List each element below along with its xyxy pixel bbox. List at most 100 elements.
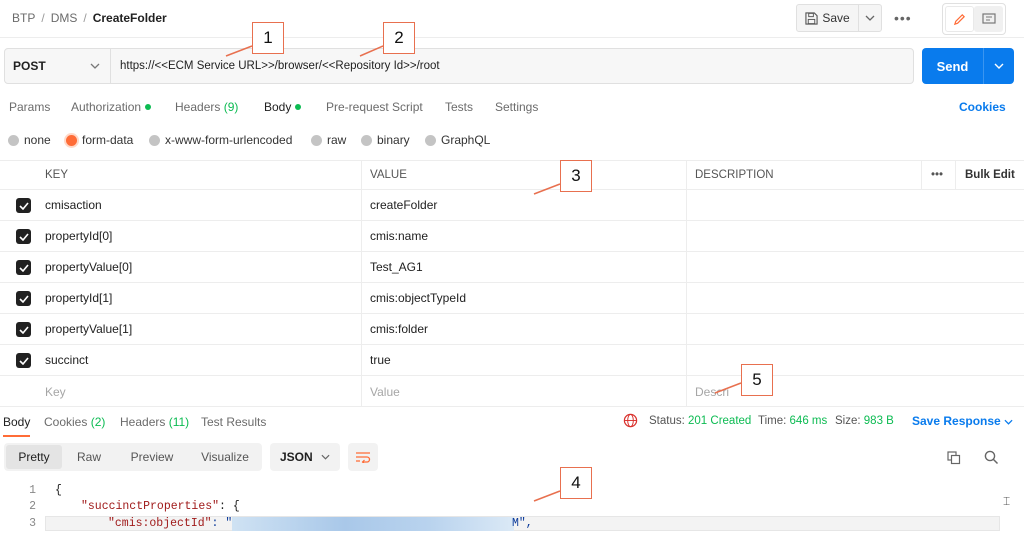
key-cell[interactable]: propertyValue[0]: [45, 252, 132, 282]
tab-headers[interactable]: Headers (9): [175, 100, 238, 114]
method-select[interactable]: POST: [5, 49, 111, 83]
save-button[interactable]: Save: [797, 5, 859, 31]
network-globe-icon[interactable]: [623, 413, 638, 431]
save-button-group: Save: [796, 4, 882, 32]
table-row: cmisaction createFolder: [0, 190, 1024, 221]
time-info[interactable]: Time: 646 ms: [758, 415, 827, 427]
request-name[interactable]: CreateFolder: [93, 11, 167, 25]
table-row: propertyValue[1] cmis:folder: [0, 314, 1024, 345]
chevron-down-icon: [994, 63, 1004, 69]
bulk-edit-button[interactable]: Bulk Edit: [965, 161, 1015, 189]
json-key: "succinctProperties": [81, 500, 220, 513]
row-enabled-checkbox[interactable]: [16, 229, 31, 244]
tab-body[interactable]: Body: [264, 100, 302, 114]
radio-selected-icon: [66, 134, 77, 146]
method-label: POST: [13, 59, 46, 73]
row-enabled-checkbox[interactable]: [16, 260, 31, 275]
description-cell[interactable]: [695, 221, 921, 251]
check-icon: [18, 201, 29, 210]
check-icon: [18, 232, 29, 241]
size-info[interactable]: Size: 983 B: [835, 415, 894, 427]
radio-icon: [361, 134, 372, 146]
column-header-value: VALUE: [370, 169, 407, 181]
cookies-link[interactable]: Cookies: [959, 100, 1006, 114]
tab-label: Headers: [175, 100, 221, 114]
new-key-input[interactable]: Key: [45, 376, 66, 407]
send-options-button[interactable]: [984, 48, 1014, 84]
tab-authorization[interactable]: Authorization: [71, 100, 152, 114]
check-icon: [18, 263, 29, 272]
pencil-icon: [953, 13, 965, 25]
body-type-binary[interactable]: binary: [361, 133, 410, 147]
description-cell[interactable]: [695, 252, 921, 282]
description-cell[interactable]: [695, 314, 921, 344]
key-cell[interactable]: succinct: [45, 345, 88, 375]
tab-pre-request-script[interactable]: Pre-request Script: [326, 100, 423, 114]
value-cell[interactable]: true: [370, 345, 391, 375]
check-icon: [18, 325, 29, 334]
key-cell[interactable]: propertyId[1]: [45, 283, 112, 313]
description-cell[interactable]: [695, 190, 921, 220]
body-type-raw[interactable]: raw: [311, 133, 346, 147]
value-cell[interactable]: cmis:folder: [370, 314, 428, 344]
value-cell[interactable]: cmis:objectTypeId: [370, 283, 466, 313]
row-enabled-checkbox[interactable]: [16, 291, 31, 306]
format-label: JSON: [280, 450, 313, 464]
value-cell[interactable]: createFolder: [370, 190, 437, 220]
wrap-lines-button[interactable]: [348, 443, 378, 471]
response-tab-cookies[interactable]: Cookies (2): [44, 415, 105, 429]
response-code-view[interactable]: 1 2 3 { "succinctProperties": { "cmis:ob…: [0, 480, 1024, 538]
status-info[interactable]: Status: 201 Created: [649, 415, 751, 427]
send-button[interactable]: Send: [922, 48, 984, 84]
key-cell[interactable]: propertyValue[1]: [45, 314, 132, 344]
callout-4: 4: [560, 467, 592, 499]
view-pretty-button[interactable]: Pretty: [6, 445, 62, 469]
table-row: propertyValue[0] Test_AG1: [0, 252, 1024, 283]
breadcrumb-separator: /: [41, 11, 45, 25]
description-cell[interactable]: [695, 283, 921, 313]
save-response-button[interactable]: Save Response: [912, 414, 1013, 428]
tab-label: Body: [264, 100, 292, 114]
row-enabled-checkbox[interactable]: [16, 353, 31, 368]
view-preview-button[interactable]: Preview: [120, 443, 184, 471]
save-options-button[interactable]: [859, 5, 881, 31]
format-select[interactable]: JSON: [270, 443, 340, 471]
key-cell[interactable]: propertyId[0]: [45, 221, 112, 251]
body-type-graphql[interactable]: GraphQL: [425, 133, 490, 147]
column-options-button[interactable]: •••: [931, 161, 943, 189]
table-row: propertyId[0] cmis:name: [0, 221, 1024, 252]
body-type-x-www-form-urlencoded[interactable]: x-www-form-urlencoded: [149, 133, 292, 147]
view-visualize-button[interactable]: Visualize: [194, 443, 256, 471]
response-tab-test-results[interactable]: Test Results: [201, 415, 266, 429]
response-headers-count: (11): [168, 415, 190, 429]
body-type-none[interactable]: none: [8, 133, 51, 147]
new-description-input[interactable]: Descri: [695, 376, 729, 407]
breadcrumb-item-dms[interactable]: DMS: [51, 11, 78, 25]
line-number: 2: [29, 500, 36, 513]
tab-settings[interactable]: Settings: [495, 100, 538, 114]
status-value: 201 Created: [688, 415, 752, 427]
copy-icon[interactable]: [947, 451, 961, 468]
body-type-form-data[interactable]: form-data: [66, 133, 133, 147]
code-line: "cmis:objectId": "C: [108, 517, 239, 530]
view-raw-button[interactable]: Raw: [66, 443, 112, 471]
description-cell[interactable]: [695, 345, 921, 375]
response-tab-body[interactable]: Body: [3, 415, 31, 437]
tab-tests[interactable]: Tests: [445, 100, 473, 114]
url-input[interactable]: https://<<ECM Service URL>>/browser/<<Re…: [111, 49, 913, 83]
row-enabled-checkbox[interactable]: [16, 198, 31, 213]
edit-mode-button[interactable]: [945, 6, 974, 32]
new-value-input[interactable]: Value: [370, 376, 400, 407]
value-cell[interactable]: cmis:name: [370, 221, 428, 251]
size-value: 983 B: [863, 415, 894, 427]
search-icon[interactable]: [984, 450, 999, 468]
breadcrumb-item-btp[interactable]: BTP: [12, 11, 35, 25]
row-enabled-checkbox[interactable]: [16, 322, 31, 337]
callout-1: 1: [252, 22, 284, 54]
key-cell[interactable]: cmisaction: [45, 190, 102, 220]
value-cell[interactable]: Test_AG1: [370, 252, 423, 282]
tab-params[interactable]: Params: [9, 100, 50, 114]
more-actions-button[interactable]: •••: [894, 10, 912, 26]
documentation-mode-button[interactable]: [974, 6, 1003, 32]
response-tab-headers[interactable]: Headers (11): [120, 415, 189, 429]
